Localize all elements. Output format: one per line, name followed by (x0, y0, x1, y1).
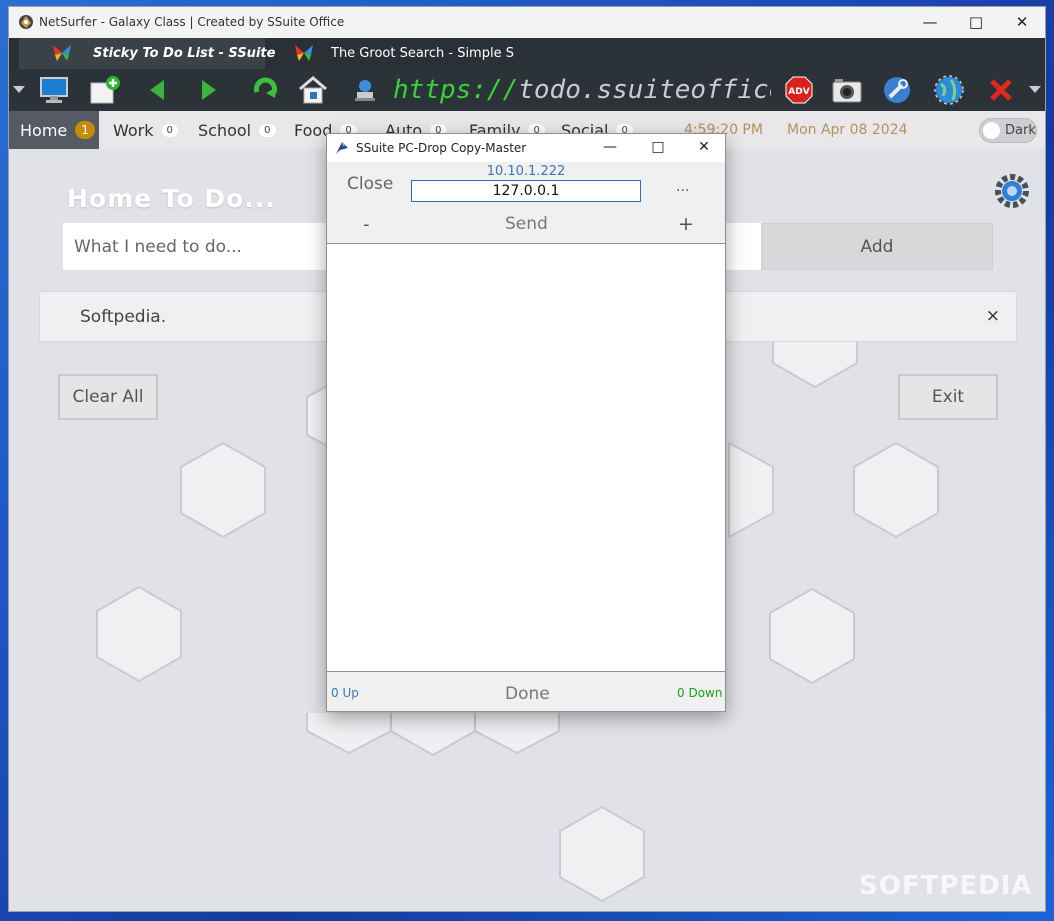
dialog-close-button[interactable]: ✕ (681, 134, 727, 162)
dark-mode-label: Dark (1005, 123, 1036, 138)
app-icon (19, 15, 33, 29)
watermark: SOFTPEDIA (859, 871, 1033, 901)
hexagon-decoration (853, 441, 939, 539)
home-icon[interactable] (295, 73, 331, 107)
dialog-title: SSuite PC-Drop Copy-Master (356, 141, 527, 155)
clear-all-button[interactable]: Clear All (58, 374, 158, 420)
add-button[interactable]: Add (761, 223, 993, 270)
hexagon-decoration (728, 441, 774, 539)
page-title: Home To Do... (67, 184, 276, 213)
close-button[interactable]: Close (347, 174, 393, 194)
butterfly-icon (53, 45, 71, 61)
done-button[interactable]: Done (505, 684, 550, 704)
svg-text:ADV: ADV (788, 87, 809, 97)
globe-icon[interactable] (931, 73, 967, 107)
butterfly-icon (295, 45, 313, 61)
tools-dropdown-icon[interactable] (1025, 73, 1045, 107)
decrease-button[interactable]: - (363, 214, 370, 235)
more-options-button[interactable]: ... (676, 179, 689, 195)
new-tab-icon[interactable] (87, 73, 123, 107)
forward-icon[interactable] (191, 73, 227, 107)
window-title: NetSurfer - Galaxy Class | Created by SS… (39, 15, 345, 29)
adblock-icon[interactable]: ADV (781, 73, 817, 107)
tab-label: The Groot Search - Simple S (331, 46, 514, 61)
tab-strip: Sticky To Do List - SSuite The Groot Sea… (9, 38, 1045, 69)
category-tab-school[interactable]: School 0 (198, 111, 276, 149)
refresh-icon[interactable] (247, 73, 283, 107)
camera-icon[interactable] (829, 73, 865, 107)
url-host: todo.ssuiteoffice.com (518, 75, 771, 105)
maximize-button[interactable]: □ (953, 7, 999, 38)
address-bar[interactable]: https://todo.ssuiteoffice.com (393, 74, 771, 106)
tab-groot-search[interactable]: The Groot Search - Simple S (265, 38, 514, 69)
settings-gear-icon[interactable] (994, 173, 1030, 209)
category-count: 0 (259, 123, 276, 137)
dark-mode-toggle[interactable]: Dark (979, 118, 1037, 143)
hexagon-decoration (180, 441, 266, 539)
dialog-minimize-button[interactable]: — (587, 134, 633, 162)
category-tab-work[interactable]: Work 0 (113, 111, 178, 149)
exit-button[interactable]: Exit (898, 374, 998, 420)
category-count: 1 (75, 121, 95, 139)
send-button[interactable]: Send (505, 214, 548, 234)
download-count: 0 Down (677, 686, 723, 700)
dialog-title-bar: SSuite PC-Drop Copy-Master — □ ✕ (327, 134, 725, 162)
todo-item-text: Softpedia. (80, 307, 167, 327)
tools-icon[interactable] (879, 73, 915, 107)
category-tab-home[interactable]: Home 1 (9, 111, 99, 149)
hexagon-decoration (559, 805, 645, 903)
date: Mon Apr 08 2024 (787, 122, 908, 138)
close-window-button[interactable]: ✕ (999, 7, 1045, 38)
category-label: Home (20, 120, 68, 140)
app-icon (336, 141, 348, 154)
drop-area[interactable] (327, 243, 725, 672)
ip-address-field[interactable] (411, 180, 641, 202)
delete-item-icon[interactable]: × (986, 306, 1000, 326)
upload-count: 0 Up (331, 686, 359, 700)
back-icon[interactable] (139, 73, 175, 107)
category-label: Work (113, 120, 154, 140)
title-bar: NetSurfer - Galaxy Class | Created by SS… (9, 7, 1045, 38)
category-count: 0 (161, 123, 178, 137)
menu-dropdown-icon[interactable] (9, 73, 29, 107)
increase-button[interactable]: + (678, 213, 694, 235)
remote-ip-address[interactable]: 10.10.1.222 (411, 164, 641, 179)
tab-label: Sticky To Do List - SSuite (93, 46, 276, 61)
dialog-maximize-button[interactable]: □ (635, 134, 681, 162)
hexagon-decoration (769, 587, 855, 685)
monitor-icon[interactable] (36, 73, 72, 107)
hexagon-decoration (96, 585, 182, 683)
category-label: School (198, 120, 252, 140)
stamp-icon[interactable] (347, 73, 383, 107)
toolbar: https://todo.ssuiteoffice.com ADV (9, 69, 1045, 111)
close-tab-icon[interactable] (983, 73, 1019, 107)
minimize-button[interactable]: — (907, 7, 953, 38)
pc-drop-dialog: SSuite PC-Drop Copy-Master — □ ✕ Close 1… (326, 133, 726, 712)
hexagon-decoration (306, 713, 560, 757)
url-scheme: https:// (393, 75, 519, 105)
toggle-knob (983, 122, 1000, 139)
tab-sticky-todo[interactable]: Sticky To Do List - SSuite (19, 38, 275, 69)
